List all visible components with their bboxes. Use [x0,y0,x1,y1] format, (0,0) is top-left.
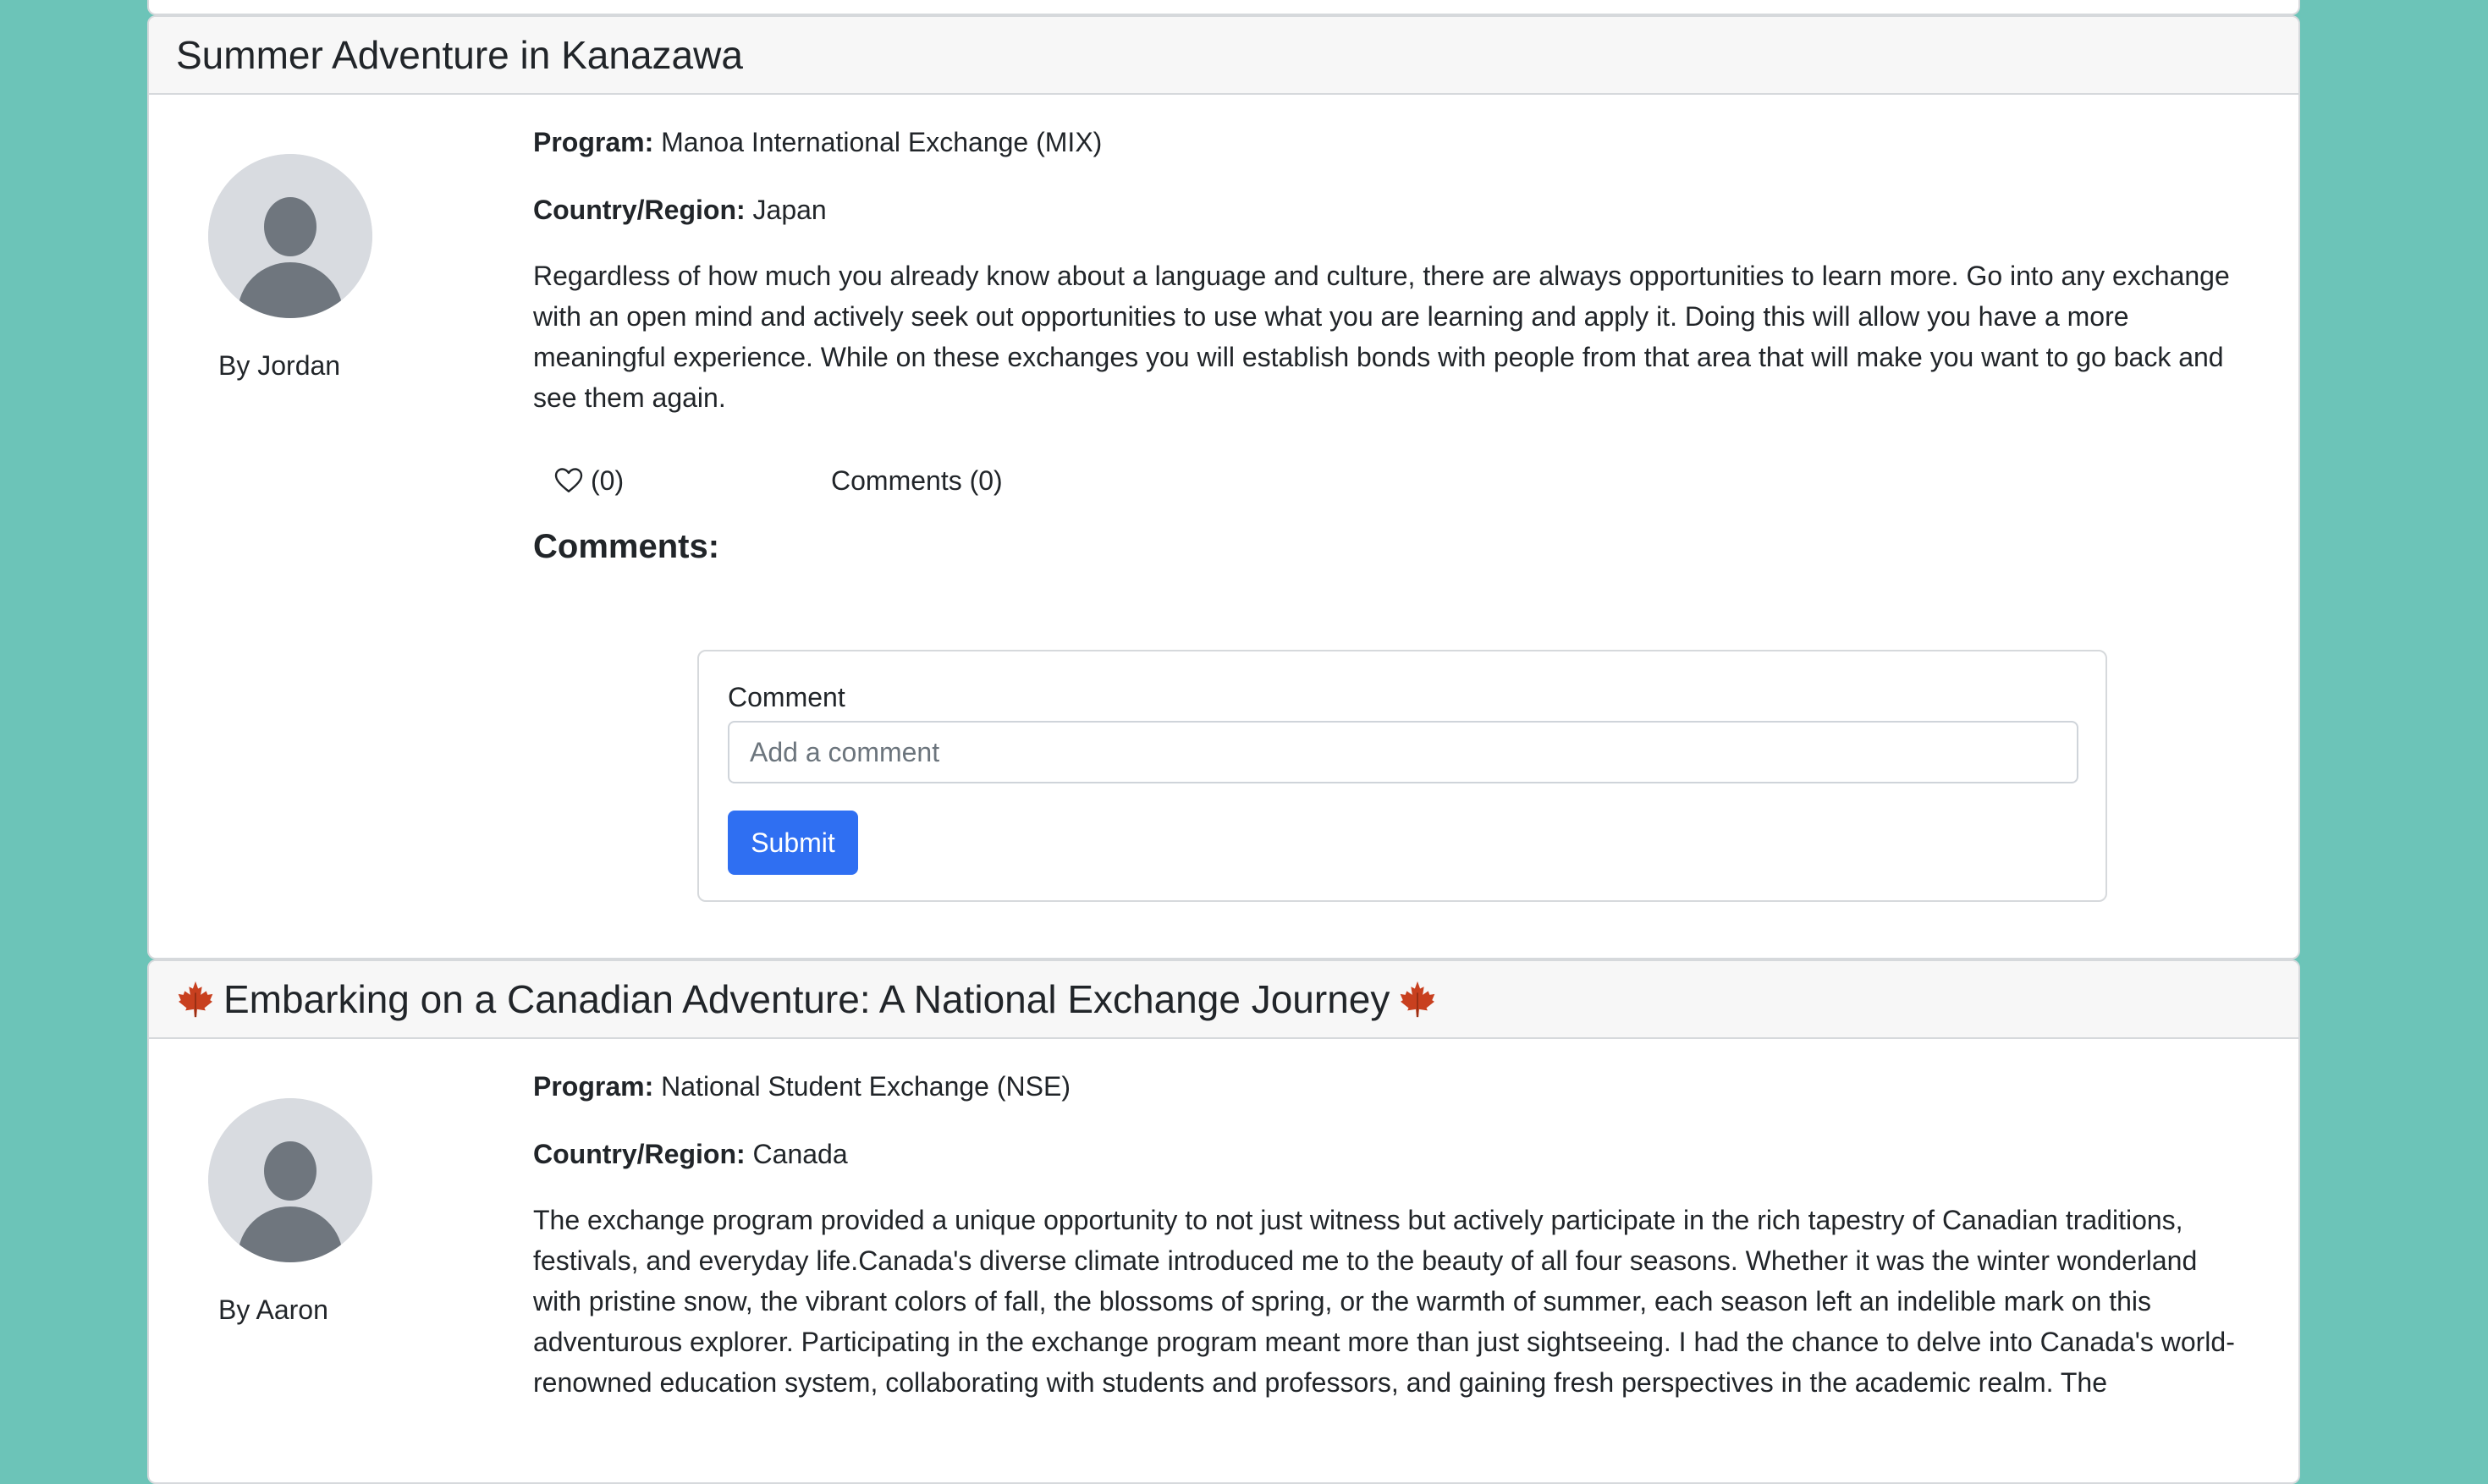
program-label: Program: [533,1071,654,1102]
maple-leaf-icon [1401,981,1435,1018]
program-field: Program: National Student Exchange (NSE) [533,1066,1071,1107]
program-value: Manoa International Exchange (MIX) [661,127,1103,157]
country-label: Country/Region: [533,195,746,225]
post-author: By Aaron [218,1294,328,1325]
post-header: Summer Adventure in Kanazawa [149,17,2298,95]
avatar [208,1098,372,1262]
post-header: Embarking on a Canadian Adventure: A Nat… [149,961,2298,1039]
post-title: Summer Adventure in Kanazawa [176,33,743,77]
comment-label: Comment [728,682,845,712]
post-card: Embarking on a Canadian Adventure: A Nat… [147,959,2300,1484]
program-label: Program: [533,127,654,157]
comments-toggle[interactable]: Comments (0) [831,460,1003,501]
maple-leaf-icon [178,981,213,1018]
comment-form: Comment Submit [697,650,2107,902]
post-card: Summer Adventure in Kanazawa By Jordan P… [147,15,2300,959]
heart-icon [554,468,583,492]
submit-button[interactable]: Submit [728,811,858,875]
like-count: (0) [591,464,625,496]
comments-heading: Comments: [533,528,720,565]
country-value: Canada [752,1139,848,1169]
previous-post-card [147,0,2300,15]
country-value: Japan [752,195,827,225]
post-title: Embarking on a Canadian Adventure: A Nat… [176,976,1445,1022]
user-icon [208,154,372,318]
post-body: The exchange program provided a unique o… [533,1205,2235,1398]
post-author: By Jordan [218,350,341,381]
avatar [208,154,372,318]
program-field: Program: Manoa International Exchange (M… [533,122,1102,162]
post-title-text: Embarking on a Canadian Adventure: A Nat… [223,977,1390,1021]
post-body: Regardless of how much you already know … [533,261,2230,413]
country-field: Country/Region: Japan [533,190,827,230]
country-label: Country/Region: [533,1139,746,1169]
comment-input[interactable] [728,721,2078,783]
country-field: Country/Region: Canada [533,1134,848,1174]
program-value: National Student Exchange (NSE) [661,1071,1071,1102]
like-button[interactable]: (0) [553,460,624,501]
user-icon [208,1098,372,1262]
